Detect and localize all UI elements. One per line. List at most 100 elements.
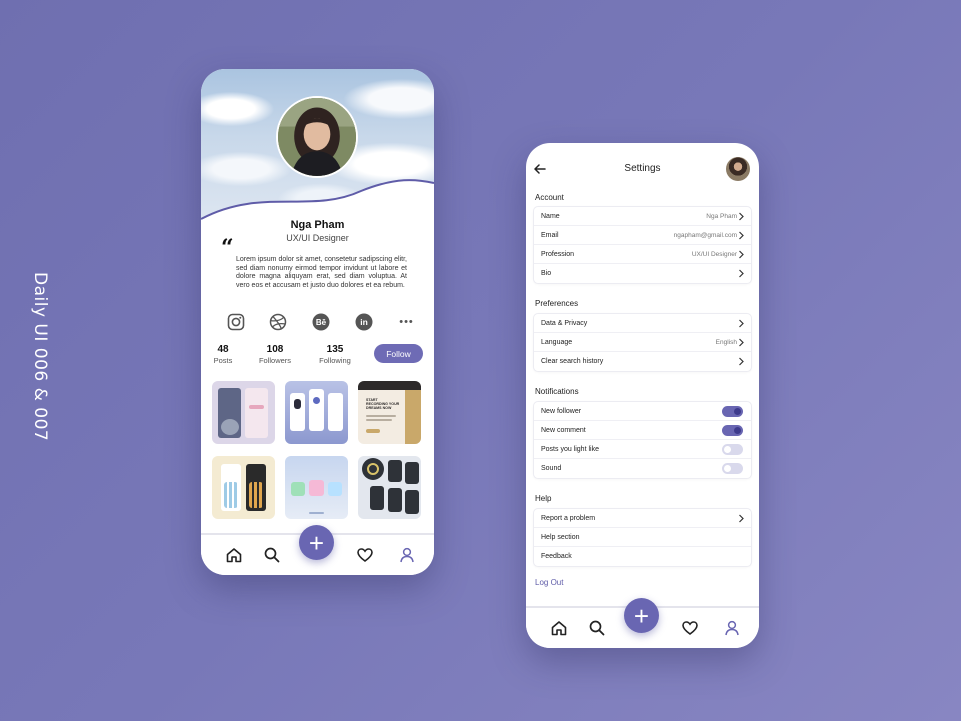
avatar[interactable] — [726, 157, 750, 181]
profile-icon[interactable] — [398, 546, 416, 564]
row-label: New follower — [541, 407, 582, 415]
settings-header: Settings — [526, 143, 759, 193]
stat-followers[interactable]: 108 Followers — [255, 344, 295, 365]
add-post-button[interactable]: + — [624, 598, 659, 633]
row-label: Feedback — [541, 553, 572, 560]
help-card: Report a problem Help section Feedback — [534, 509, 751, 566]
heart-icon[interactable] — [681, 619, 699, 637]
post-grid: START RECORDING YOUR DREAMS NOW — [212, 381, 423, 519]
thumb-headline: START RECORDING YOUR DREAMS NOW — [366, 398, 400, 411]
settings-row-new-comment: New comment — [534, 421, 751, 440]
post-thumbnail[interactable] — [285, 381, 348, 444]
chevron-right-icon — [739, 338, 744, 347]
stat-label: Posts — [213, 356, 233, 365]
row-label: Name — [541, 212, 560, 220]
home-icon[interactable] — [550, 619, 568, 637]
profile-name: Nga Pham — [290, 219, 345, 231]
stat-value: 108 — [266, 344, 284, 355]
row-label: Report a problem — [541, 514, 596, 522]
row-label: Bio — [541, 270, 552, 277]
settings-row-email[interactable]: Email ngapham@gmail.com — [534, 226, 751, 245]
stat-label: Following — [319, 356, 351, 365]
settings-row-sound: Sound — [534, 459, 751, 478]
row-label: New comment — [541, 426, 586, 434]
settings-row-report-problem[interactable]: Report a problem — [534, 509, 751, 528]
settings-row-new-follower: New follower — [534, 402, 751, 421]
side-title: Daily UI 006 & 007 — [30, 272, 50, 442]
settings-row-clear-history[interactable]: Clear search history — [534, 352, 751, 371]
row-label: Data & Privacy — [541, 319, 588, 327]
behance-icon[interactable]: Bē — [312, 313, 331, 332]
search-icon[interactable] — [588, 619, 606, 637]
preferences-card: Data & Privacy Language English Clear se… — [534, 314, 751, 371]
settings-row-posts-like: Posts you light like — [534, 440, 751, 459]
post-thumbnail[interactable] — [285, 456, 348, 519]
social-links: Bē in ••• — [226, 312, 416, 332]
post-thumbnail[interactable]: START RECORDING YOUR DREAMS NOW — [358, 381, 421, 444]
row-label: Clear search history — [541, 358, 604, 365]
row-value: UX/UI Designer — [691, 250, 737, 258]
behance-label: Bē — [316, 318, 327, 327]
stat-value: 48 — [217, 344, 229, 355]
profile-bio: Lorem ipsum dolor sit amet, consetetur s… — [236, 256, 407, 290]
avatar[interactable] — [276, 96, 358, 178]
chevron-right-icon — [739, 250, 744, 259]
logout-link[interactable]: Log Out — [535, 578, 563, 587]
profile-icon[interactable] — [723, 619, 741, 637]
section-label-notifications: Notifications — [535, 387, 579, 396]
search-icon[interactable] — [263, 546, 281, 564]
section-label-help: Help — [535, 494, 552, 503]
quote-mark: “ — [221, 235, 234, 261]
page-title: Settings — [624, 163, 661, 174]
profile-role: UX/UI Designer — [286, 233, 349, 243]
settings-row-language[interactable]: Language English — [534, 333, 751, 352]
row-label: Sound — [541, 465, 562, 472]
toggle-switch[interactable] — [722, 444, 743, 455]
post-thumbnail[interactable] — [212, 456, 275, 519]
bottom-nav: + — [201, 525, 434, 575]
profile-screen: Nga Pham UX/UI Designer “ Lorem ipsum do… — [201, 69, 434, 575]
stat-following[interactable]: 135 Following — [315, 344, 355, 365]
settings-row-bio[interactable]: Bio — [534, 264, 751, 283]
home-icon[interactable] — [225, 546, 243, 564]
instagram-icon[interactable] — [226, 313, 245, 332]
row-label: Email — [541, 231, 559, 239]
heart-icon[interactable] — [356, 546, 374, 564]
add-post-button[interactable]: + — [299, 525, 334, 560]
dribbble-icon[interactable] — [269, 313, 288, 332]
linkedin-label: in — [360, 317, 368, 327]
row-value: Nga Pham — [706, 212, 737, 220]
stat-posts[interactable]: 48 Posts — [212, 344, 234, 365]
post-thumbnail[interactable] — [212, 381, 275, 444]
section-label-preferences: Preferences — [535, 299, 579, 308]
section-label-account: Account — [535, 193, 564, 202]
bottom-nav: + — [526, 598, 759, 648]
row-value: ngapham@gmail.com — [673, 231, 737, 239]
post-thumbnail[interactable] — [358, 456, 421, 519]
settings-row-feedback[interactable]: Feedback — [534, 547, 751, 566]
chevron-right-icon — [739, 357, 744, 366]
linkedin-icon[interactable]: in — [354, 313, 373, 332]
settings-row-profession[interactable]: Profession UX/UI Designer — [534, 245, 751, 264]
follow-button[interactable]: Follow — [374, 344, 423, 363]
toggle-switch[interactable] — [722, 406, 743, 417]
row-label: Profession — [541, 250, 575, 258]
settings-screen: Settings Account Name Nga Pham Email nga… — [526, 143, 759, 648]
settings-row-name[interactable]: Name Nga Pham — [534, 207, 751, 226]
row-label: Posts you light like — [541, 445, 599, 453]
chevron-right-icon — [739, 212, 744, 221]
toggle-switch[interactable] — [722, 425, 743, 436]
row-label: Language — [541, 338, 573, 346]
settings-row-help-section[interactable]: Help section — [534, 528, 751, 547]
stat-label: Followers — [258, 356, 292, 365]
row-label: Help section — [541, 533, 580, 541]
stat-value: 135 — [326, 344, 344, 355]
chevron-right-icon — [739, 514, 744, 523]
account-card: Name Nga Pham Email ngapham@gmail.com Pr… — [534, 207, 751, 283]
settings-row-data-privacy[interactable]: Data & Privacy — [534, 314, 751, 333]
chevron-right-icon — [739, 319, 744, 328]
row-value: English — [715, 338, 737, 346]
more-icon[interactable]: ••• — [397, 313, 416, 332]
chevron-right-icon — [739, 269, 744, 278]
toggle-switch[interactable] — [722, 463, 743, 474]
